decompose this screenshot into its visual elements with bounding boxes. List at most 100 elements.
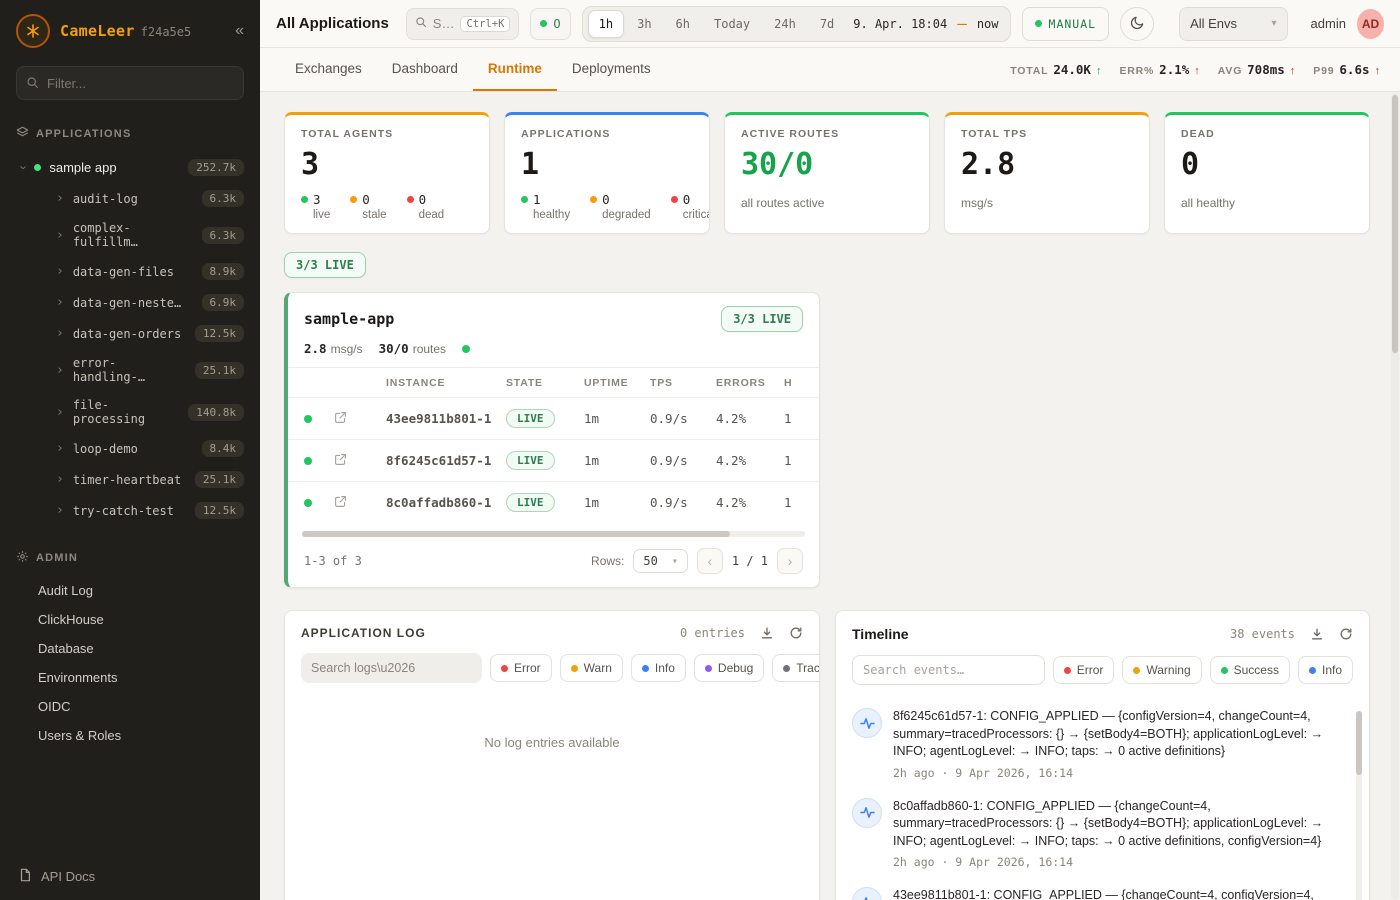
date-range-to[interactable]: now xyxy=(971,17,1005,31)
refresh-icon[interactable] xyxy=(1339,627,1353,641)
manual-dot-icon xyxy=(1035,20,1042,27)
sidebar-tree-item[interactable]: › audit-log 6.3k xyxy=(0,183,260,214)
sidebar-tree-item[interactable]: › file-processing 140.8k xyxy=(0,391,260,433)
rows-per-page-select[interactable]: 50 ▾ xyxy=(633,549,687,573)
log-filter-chip[interactable]: Error xyxy=(490,654,552,682)
tab-runtime[interactable]: Runtime xyxy=(473,48,557,91)
manual-mode-button[interactable]: MANUAL xyxy=(1022,7,1110,41)
tree-item-label: audit-log xyxy=(73,192,138,206)
time-range-group: 1h 3h 6h Today 24h 7d 9. Apr. 18:04 — no… xyxy=(582,6,1011,42)
page-scrollbar-thumb[interactable] xyxy=(1392,95,1398,353)
stat-card-dead: DEAD 0 all healthy xyxy=(1164,112,1370,234)
bottom-panels: APPLICATION LOG 0 entries xyxy=(284,610,1370,900)
log-filter-chip[interactable]: Debug xyxy=(694,654,764,682)
timeline-search-input[interactable] xyxy=(852,655,1045,685)
log-empty-state: No log entries available xyxy=(285,695,819,790)
sidebar-tree-item[interactable]: › data-gen-neste… 6.9k xyxy=(0,287,260,318)
sidebar-tree-item[interactable]: › timer-heartbeat 25.1k xyxy=(0,464,260,495)
horizontal-scrollbar-thumb[interactable] xyxy=(302,531,730,537)
time-range-1h[interactable]: 1h xyxy=(588,10,624,38)
sidebar-admin-item[interactable]: ClickHouse xyxy=(0,605,260,634)
timeline-filter-chip[interactable]: Success xyxy=(1210,656,1290,684)
instance-row[interactable]: 43ee9811b801-1 LIVE 1m 0.9/s 4.2% 1 xyxy=(288,398,819,440)
external-link-icon[interactable] xyxy=(334,496,347,511)
timeline-event[interactable]: 8c0affadb860-1: CONFIG_APPLIED — {change… xyxy=(852,789,1343,879)
sidebar-admin-item[interactable]: OIDC xyxy=(0,692,260,721)
event-text: 8c0affadb860-1: CONFIG_APPLIED — {change… xyxy=(893,798,1343,851)
tab-dashboard[interactable]: Dashboard xyxy=(377,48,473,91)
arrow-up-icon: ↑ xyxy=(1290,65,1296,77)
col-health: H xyxy=(778,368,819,398)
user-avatar[interactable]: AD xyxy=(1357,9,1384,39)
timeline-event[interactable]: 8f6245c61d57-1: CONFIG_APPLIED — {config… xyxy=(852,699,1343,789)
sidebar-tree-item[interactable]: › complex-fulfillm… 6.3k xyxy=(0,214,260,256)
environment-select[interactable]: All Envs ▾ xyxy=(1179,7,1287,41)
sidebar-tree-item[interactable]: › data-gen-files 8.9k xyxy=(0,256,260,287)
page-scrollbar[interactable] xyxy=(1391,93,1399,900)
sidebar-tree-item[interactable]: › error-handling-… 25.1k xyxy=(0,349,260,391)
instance-tps: 0.9/s xyxy=(644,440,710,482)
global-search[interactable]: S… Ctrl+K xyxy=(406,8,520,40)
log-entries-count: 0 entries xyxy=(680,626,745,640)
instance-row[interactable]: 8f6245c61d57-1 LIVE 1m 0.9/s 4.2% 1 xyxy=(288,440,819,482)
sidebar-tree-item[interactable]: › loop-demo 8.4k xyxy=(0,433,260,464)
table-footer: 1-3 of 3 Rows: 50 ▾ ‹ 1 / 1 › xyxy=(288,539,819,587)
time-range-today[interactable]: Today xyxy=(703,10,761,38)
timeline-scrollbar-thumb[interactable] xyxy=(1356,711,1362,775)
search-icon xyxy=(26,76,39,94)
timeline-event[interactable]: 43ee9811b801-1: CONFIG_APPLIED — {change… xyxy=(852,878,1343,900)
instance-row[interactable]: 8c0affadb860-1 LIVE 1m 0.9/s 4.2% 1 xyxy=(288,482,819,524)
log-filter-chip[interactable]: Info xyxy=(631,654,686,682)
horizontal-scrollbar[interactable] xyxy=(302,531,805,537)
topbar: All Applications S… Ctrl+K O 1h 3h 6h To… xyxy=(260,0,1400,48)
time-range-24h[interactable]: 24h xyxy=(763,10,807,38)
time-range-7d[interactable]: 7d xyxy=(809,10,845,38)
external-link-icon[interactable] xyxy=(334,454,347,469)
page-content: TOTAL AGENTS 3 3live 0stale 0dead APPLIC… xyxy=(260,92,1400,900)
sidebar-admin-item[interactable]: Environments xyxy=(0,663,260,692)
sidebar-admin-item[interactable]: Database xyxy=(0,634,260,663)
event-text: 8f6245c61d57-1: CONFIG_APPLIED — {config… xyxy=(893,708,1343,761)
download-icon[interactable] xyxy=(760,626,774,640)
timeline-events-list: 8f6245c61d57-1: CONFIG_APPLIED — {config… xyxy=(836,697,1369,900)
sidebar-item-sample-app[interactable]: › sample app 252.7k xyxy=(0,152,260,183)
log-filter-chip[interactable]: Warn xyxy=(560,654,623,682)
timeline-filter-chip[interactable]: Error xyxy=(1053,656,1115,684)
app-title: CameLeer xyxy=(60,22,135,40)
tab-exchanges[interactable]: Exchanges xyxy=(280,48,377,91)
dark-mode-toggle[interactable] xyxy=(1120,7,1154,41)
next-page-button[interactable]: › xyxy=(777,548,803,574)
timeline-scrollbar[interactable] xyxy=(1356,711,1362,900)
sidebar-admin-item[interactable]: Users & Roles xyxy=(0,721,260,750)
timeline-filter-chip[interactable]: Info xyxy=(1298,656,1353,684)
instance-tps: 0.9/s xyxy=(644,482,710,524)
date-range-from[interactable]: 9. Apr. 18:04 xyxy=(847,17,953,31)
log-filter-chip[interactable]: Trace xyxy=(772,654,820,682)
external-link-icon[interactable] xyxy=(334,412,347,427)
applications-section-label: APPLICATIONS xyxy=(36,128,131,140)
instance-errors: 4.2% xyxy=(710,482,778,524)
event-timestamp: 2h ago · 9 Apr 2026, 16:14 xyxy=(893,855,1343,869)
sidebar-collapse-icon[interactable]: « xyxy=(235,22,244,40)
prev-page-button[interactable]: ‹ xyxy=(697,548,723,574)
refresh-icon[interactable] xyxy=(789,626,803,640)
sample-app-card: sample-app 3/3 LIVE 2.8msg/s 30/0routes xyxy=(284,292,820,588)
instance-id: 8c0affadb860-1 xyxy=(380,482,500,524)
header-metrics: TOTAL 24.0K ↑ ERR% 2.1% ↑ AVG 708ms ↑ P9… xyxy=(1010,48,1380,91)
time-range-3h[interactable]: 3h xyxy=(626,10,662,38)
online-dot-icon xyxy=(540,20,547,27)
tab-deployments[interactable]: Deployments xyxy=(557,48,666,91)
timeline-filter-chip[interactable]: Warning xyxy=(1122,656,1201,684)
activity-icon xyxy=(852,887,882,900)
chevron-right-icon: › xyxy=(56,327,64,340)
moon-icon xyxy=(1130,15,1145,33)
api-docs-link[interactable]: API Docs xyxy=(0,853,260,900)
time-range-6h[interactable]: 6h xyxy=(665,10,701,38)
online-indicator[interactable]: O xyxy=(530,8,570,40)
log-search-input[interactable] xyxy=(301,653,482,683)
sidebar-tree-item[interactable]: › try-catch-test 12.5k xyxy=(0,495,260,526)
sidebar-admin-item[interactable]: Audit Log xyxy=(0,576,260,605)
sidebar-tree-item[interactable]: › data-gen-orders 12.5k xyxy=(0,318,260,349)
sidebar-filter-input[interactable] xyxy=(16,66,244,100)
download-icon[interactable] xyxy=(1310,627,1324,641)
